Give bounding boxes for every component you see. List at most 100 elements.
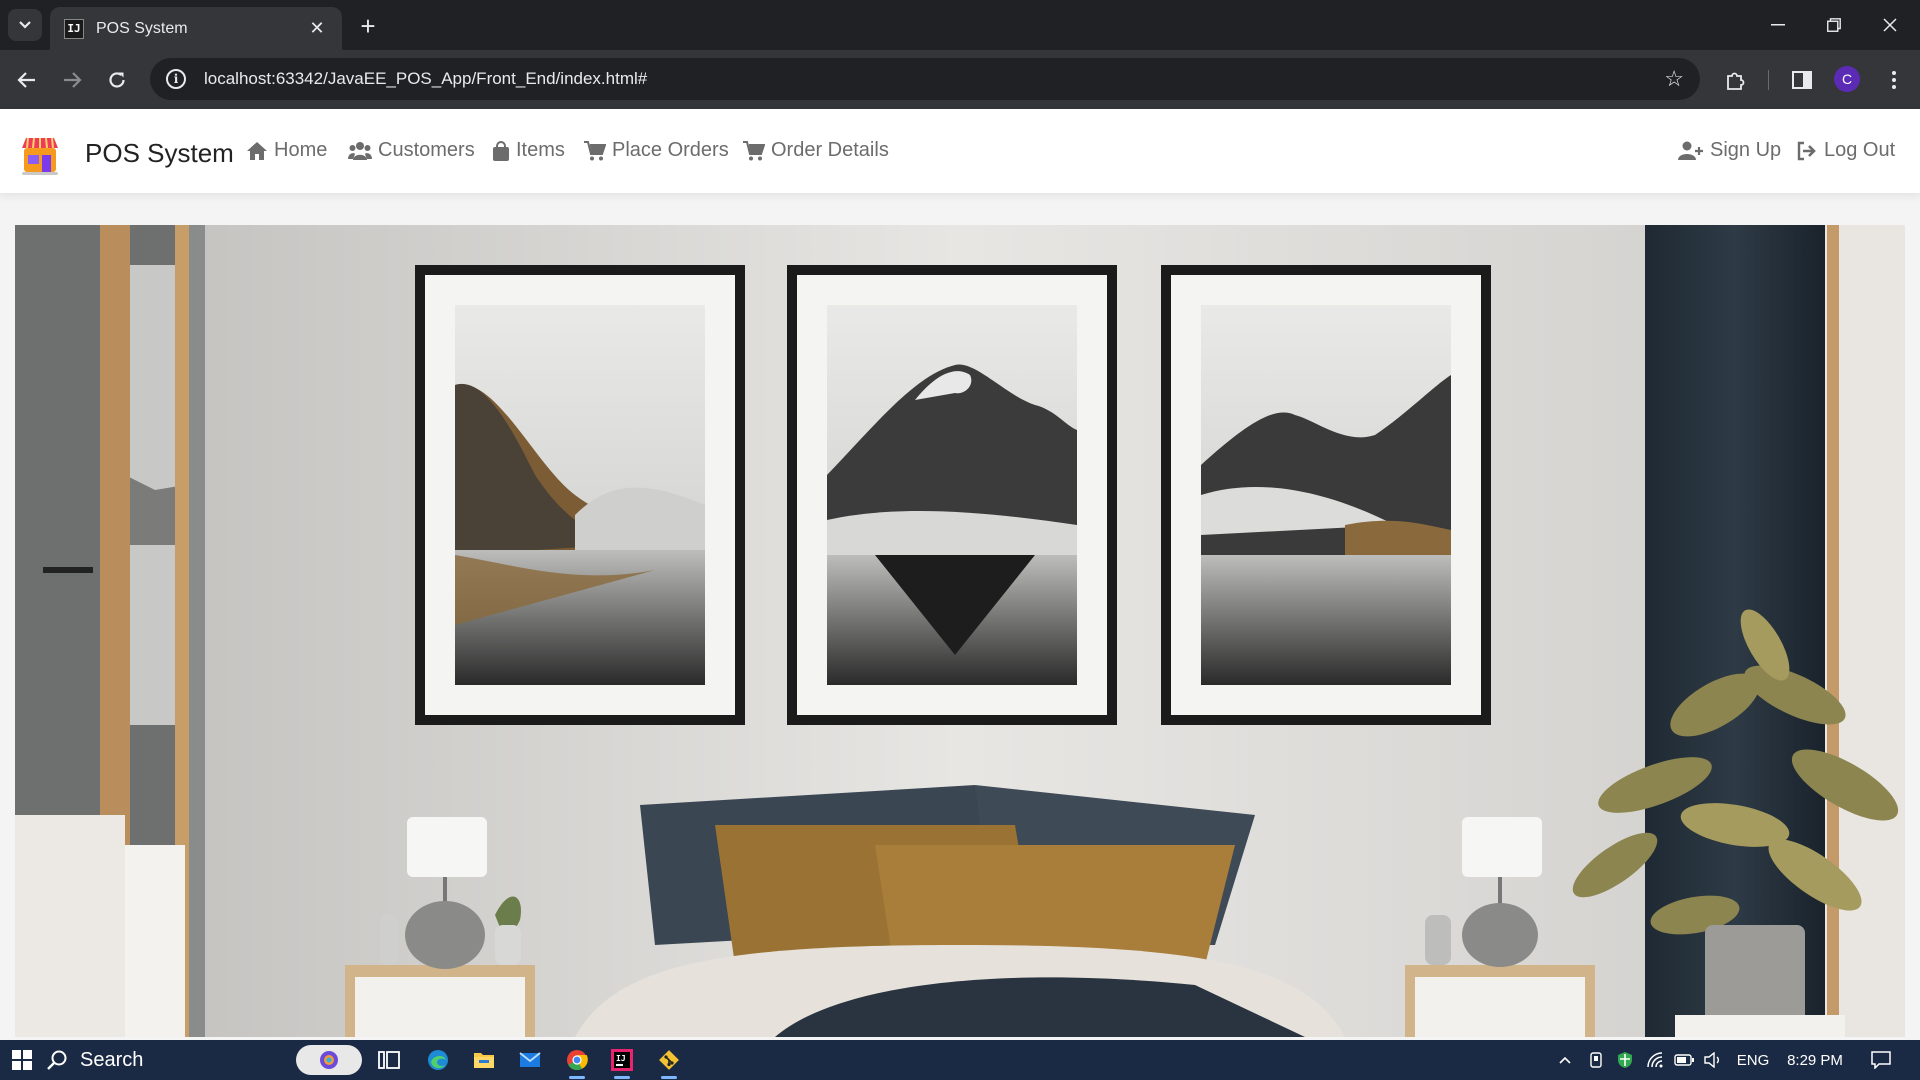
nav-order-details-label: Order Details bbox=[771, 139, 889, 161]
close-icon bbox=[1883, 18, 1897, 32]
edge-taskbar-icon[interactable] bbox=[422, 1045, 454, 1075]
intellij-icon: IJ bbox=[611, 1049, 633, 1071]
site-info-icon[interactable]: i bbox=[166, 69, 186, 89]
nav-customers-link[interactable]: Customers bbox=[348, 139, 475, 162]
windows-logo-icon bbox=[12, 1050, 32, 1070]
web-page: POS System Home Customers Items Place Or… bbox=[0, 109, 1920, 1040]
git-icon bbox=[659, 1050, 679, 1070]
nav-items-link[interactable]: Items bbox=[492, 139, 565, 162]
browser-toolbar: i localhost:63342/JavaEE_POS_App/Front_E… bbox=[0, 50, 1920, 109]
nav-sign-up-link[interactable]: Sign Up bbox=[1678, 139, 1781, 162]
reload-button[interactable] bbox=[99, 62, 135, 98]
git-taskbar-icon[interactable] bbox=[653, 1045, 685, 1079]
shopping-bag-icon bbox=[493, 140, 509, 161]
battery-icon bbox=[1674, 1054, 1694, 1066]
home-icon bbox=[247, 141, 267, 160]
nav-home-label: Home bbox=[274, 139, 328, 161]
nav-home-link[interactable]: Home bbox=[246, 139, 327, 162]
notifications-button[interactable] bbox=[1866, 1040, 1896, 1080]
extensions-button[interactable] bbox=[1718, 62, 1754, 98]
intellij-taskbar-icon[interactable]: IJ bbox=[606, 1045, 638, 1079]
arrow-right-icon bbox=[64, 72, 82, 88]
address-bar[interactable]: i localhost:63342/JavaEE_POS_App/Front_E… bbox=[150, 58, 1700, 100]
nav-customers-label: Customers bbox=[378, 139, 475, 161]
task-view-icon bbox=[378, 1051, 400, 1069]
svg-text:IJ: IJ bbox=[616, 1054, 626, 1063]
users-icon bbox=[348, 141, 372, 160]
nav-place-orders-link[interactable]: Place Orders bbox=[584, 139, 729, 162]
side-panel-icon bbox=[1792, 71, 1812, 89]
more-vertical-icon bbox=[1892, 71, 1896, 89]
browser-menu-button[interactable] bbox=[1876, 62, 1912, 98]
tab-title: POS System bbox=[96, 19, 188, 37]
restore-button[interactable] bbox=[1806, 0, 1862, 50]
bedroom-illustration bbox=[15, 225, 1905, 1037]
arrow-left-icon bbox=[17, 72, 35, 88]
chrome-taskbar-icon[interactable] bbox=[561, 1045, 593, 1079]
profile-avatar[interactable]: C bbox=[1834, 66, 1860, 92]
minimize-button[interactable] bbox=[1750, 0, 1806, 50]
copilot-button[interactable] bbox=[296, 1045, 362, 1075]
toolbar-divider bbox=[1768, 70, 1769, 90]
tray-network-icon[interactable] bbox=[1643, 1040, 1667, 1080]
user-plus-icon bbox=[1678, 141, 1703, 160]
start-button[interactable] bbox=[6, 1045, 38, 1075]
bookmark-star-icon[interactable]: ☆ bbox=[1664, 66, 1684, 92]
show-hidden-icons-button[interactable] bbox=[1553, 1040, 1577, 1080]
nav-items-label: Items bbox=[516, 139, 565, 161]
nav-place-orders-label: Place Orders bbox=[612, 139, 729, 161]
url-text: localhost:63342/JavaEE_POS_App/Front_End… bbox=[204, 69, 648, 88]
new-tab-button[interactable]: + bbox=[352, 10, 384, 42]
sign-out-icon bbox=[1797, 141, 1816, 160]
edge-icon bbox=[428, 1050, 448, 1070]
frame-left bbox=[415, 265, 745, 725]
tray-device-icon[interactable] bbox=[1584, 1040, 1608, 1080]
brand-name[interactable]: POS System bbox=[85, 138, 234, 169]
hero-banner-image bbox=[15, 225, 1905, 1037]
nav-order-details-link[interactable]: Order Details bbox=[743, 139, 889, 162]
close-window-button[interactable] bbox=[1862, 0, 1918, 50]
tab-search-button[interactable] bbox=[8, 9, 42, 41]
nav-log-out-label: Log Out bbox=[1824, 139, 1896, 161]
chevron-down-icon bbox=[19, 21, 31, 29]
nav-sign-up-label: Sign Up bbox=[1710, 139, 1782, 161]
volume-icon bbox=[1704, 1052, 1719, 1068]
cart-icon bbox=[743, 140, 765, 160]
restore-icon bbox=[1827, 18, 1841, 32]
frame-center bbox=[787, 265, 1117, 725]
notification-icon bbox=[1871, 1051, 1891, 1069]
tray-volume-icon[interactable] bbox=[1701, 1040, 1725, 1080]
side-panel-button[interactable] bbox=[1784, 62, 1820, 98]
windows-taskbar: Search IJ ENG 8:29 PM bbox=[0, 1040, 1920, 1080]
copilot-icon bbox=[320, 1051, 338, 1069]
cart-icon bbox=[584, 140, 606, 160]
back-button[interactable] bbox=[9, 62, 45, 98]
search-label: Search bbox=[80, 1048, 144, 1071]
store-logo-icon[interactable] bbox=[20, 134, 60, 176]
navbar: POS System Home Customers Items Place Or… bbox=[0, 109, 1920, 193]
language-indicator[interactable]: ENG bbox=[1733, 1040, 1773, 1080]
device-icon bbox=[1590, 1052, 1602, 1068]
close-tab-icon[interactable]: ✕ bbox=[306, 18, 328, 39]
reload-icon bbox=[109, 72, 125, 88]
mail-icon bbox=[519, 1052, 541, 1067]
minimize-icon bbox=[1771, 24, 1785, 26]
tray-battery-icon[interactable] bbox=[1672, 1040, 1696, 1080]
clock[interactable]: 8:29 PM bbox=[1780, 1040, 1850, 1080]
shield-icon bbox=[1618, 1052, 1632, 1068]
browser-tab-strip: IJ POS System ✕ + bbox=[0, 0, 1920, 50]
folder-icon bbox=[474, 1053, 494, 1068]
nav-log-out-link[interactable]: Log Out bbox=[1796, 139, 1895, 162]
chevron-up-icon bbox=[1559, 1056, 1571, 1064]
tray-security-icon[interactable] bbox=[1613, 1040, 1637, 1080]
file-explorer-taskbar-icon[interactable] bbox=[468, 1045, 500, 1075]
browser-tab[interactable]: IJ POS System ✕ bbox=[50, 7, 342, 50]
intellij-favicon-icon: IJ bbox=[64, 18, 84, 39]
forward-button[interactable] bbox=[54, 62, 90, 98]
mail-taskbar-icon[interactable] bbox=[514, 1045, 546, 1075]
puzzle-icon bbox=[1727, 72, 1745, 90]
frame-right bbox=[1161, 265, 1491, 725]
chrome-icon bbox=[567, 1050, 588, 1071]
task-view-button[interactable] bbox=[373, 1045, 405, 1075]
wifi-icon bbox=[1647, 1052, 1663, 1068]
